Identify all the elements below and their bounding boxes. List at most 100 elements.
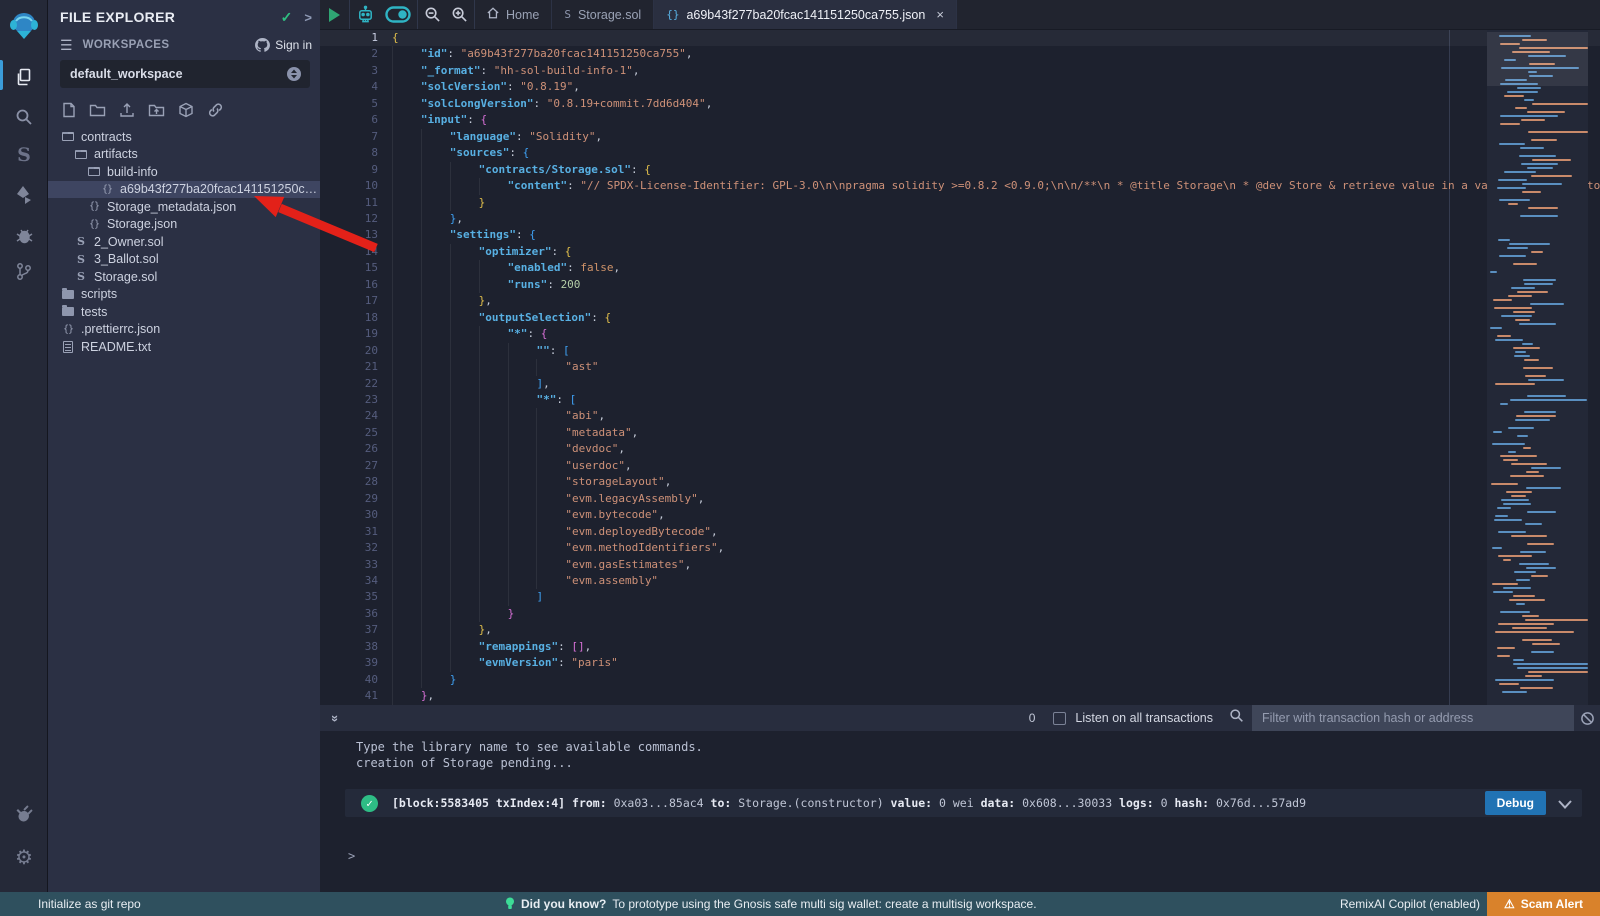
code-line[interactable]: 41}, bbox=[320, 688, 1600, 704]
tab-storage-sol[interactable]: SStorage.sol bbox=[552, 0, 654, 29]
copilot-status[interactable]: RemixAI Copilot (enabled) bbox=[1340, 897, 1480, 911]
code-line[interactable]: 14"optimizer": { bbox=[320, 244, 1600, 260]
import-link-icon[interactable] bbox=[207, 102, 224, 118]
transaction-filter-input[interactable] bbox=[1252, 705, 1574, 731]
tab-home[interactable]: Home bbox=[475, 0, 552, 29]
code-line[interactable]: 1{ bbox=[320, 30, 1600, 46]
minimap[interactable] bbox=[1487, 30, 1588, 705]
tree-item[interactable]: README.txt bbox=[48, 338, 320, 356]
code-line[interactable]: 4"solcVersion": "0.8.19", bbox=[320, 79, 1600, 95]
solidity-compiler-icon[interactable]: S bbox=[0, 138, 48, 172]
tree-item[interactable]: artifacts bbox=[48, 146, 320, 164]
code-line[interactable]: 25"metadata", bbox=[320, 425, 1600, 441]
code-line[interactable]: 22], bbox=[320, 376, 1600, 392]
file-explorer-icon[interactable] bbox=[0, 60, 48, 94]
code-line[interactable]: 31"evm.deployedBytecode", bbox=[320, 524, 1600, 540]
line-number: 36 bbox=[320, 606, 378, 622]
copilot-toggle-icon[interactable] bbox=[385, 6, 411, 23]
code-line[interactable]: 32"evm.methodIdentifiers", bbox=[320, 540, 1600, 556]
code-line[interactable]: 16"runs": 200 bbox=[320, 277, 1600, 293]
listen-checkbox[interactable] bbox=[1053, 712, 1066, 725]
clear-console-icon[interactable] bbox=[1574, 711, 1600, 726]
terminal-collapse-icon[interactable]: » bbox=[328, 714, 343, 721]
ai-copilot-robot-icon[interactable] bbox=[356, 5, 375, 24]
code-line[interactable]: 12}, bbox=[320, 211, 1600, 227]
code-line[interactable]: 30"evm.bytecode", bbox=[320, 507, 1600, 523]
code-line[interactable]: 15"enabled": false, bbox=[320, 260, 1600, 276]
code-line[interactable]: 5"solcLongVersion": "0.8.19+commit.7dd6d… bbox=[320, 96, 1600, 112]
upload-folder-icon[interactable] bbox=[148, 102, 165, 118]
code-line[interactable]: 33"evm.gasEstimates", bbox=[320, 557, 1600, 573]
remix-logo-icon[interactable] bbox=[0, 6, 48, 46]
code-line[interactable]: 24"abi", bbox=[320, 408, 1600, 424]
code-line[interactable]: 39"evmVersion": "paris" bbox=[320, 655, 1600, 671]
close-tab-icon[interactable]: × bbox=[936, 7, 944, 22]
tree-item-label: build-info bbox=[107, 165, 158, 179]
upload-file-icon[interactable] bbox=[119, 102, 135, 118]
line-number: 32 bbox=[320, 540, 378, 556]
code-line[interactable]: 7"language": "Solidity", bbox=[320, 129, 1600, 145]
code-line[interactable]: 28"storageLayout", bbox=[320, 474, 1600, 490]
github-sign-in[interactable]: Sign in bbox=[255, 38, 312, 52]
code-line[interactable]: 3"_format": "hh-sol-build-info-1", bbox=[320, 63, 1600, 79]
code-line[interactable]: 6"input": { bbox=[320, 112, 1600, 128]
code-line[interactable]: 37}, bbox=[320, 622, 1600, 638]
code-line[interactable]: 8"sources": { bbox=[320, 145, 1600, 161]
terminal-prompt[interactable]: > bbox=[348, 849, 355, 863]
code-line[interactable]: 19"*": { bbox=[320, 326, 1600, 342]
code-line[interactable]: 10"content": "// SPDX-License-Identifier… bbox=[320, 178, 1600, 194]
code-line[interactable]: 2"id": "a69b43f277ba20fcac141151250ca755… bbox=[320, 46, 1600, 62]
debugger-icon[interactable] bbox=[0, 218, 48, 252]
new-folder-icon[interactable] bbox=[89, 102, 106, 118]
line-number: 37 bbox=[320, 622, 378, 638]
terminal[interactable]: Type the library name to see available c… bbox=[320, 731, 1600, 892]
git-icon[interactable] bbox=[0, 254, 48, 288]
code-line[interactable]: 20"": [ bbox=[320, 343, 1600, 359]
workspace-menu-icon[interactable]: ☰ bbox=[60, 37, 73, 54]
code-line[interactable]: 23"*": [ bbox=[320, 392, 1600, 408]
search-icon[interactable] bbox=[0, 100, 48, 134]
plugin-manager-icon[interactable] bbox=[0, 796, 48, 830]
tree-item[interactable]: SStorage.sol bbox=[48, 268, 320, 286]
transaction-log-row[interactable]: ✓ [block:5583405 txIndex:4] from: 0xa03.… bbox=[345, 789, 1582, 817]
tab-a69b43f277ba20fcac141151250ca755-json[interactable]: {}a69b43f277ba20fcac141151250ca755.json× bbox=[654, 0, 957, 29]
zoom-in-icon[interactable] bbox=[451, 6, 468, 23]
settings-gear-icon[interactable]: ⚙ bbox=[0, 840, 48, 874]
code-line[interactable]: 38"remappings": [], bbox=[320, 639, 1600, 655]
tree-item[interactable]: contracts bbox=[48, 128, 320, 146]
deploy-run-icon[interactable] bbox=[0, 178, 48, 212]
code-line[interactable]: 34"evm.assembly" bbox=[320, 573, 1600, 589]
tree-item[interactable]: {}.prettierrc.json bbox=[48, 321, 320, 339]
code-line[interactable]: 40} bbox=[320, 672, 1600, 688]
code-line[interactable]: 13"settings": { bbox=[320, 227, 1600, 243]
red-annotation-arrow bbox=[248, 192, 383, 254]
workspace-select[interactable]: default_workspace bbox=[60, 60, 310, 88]
chevron-right-icon[interactable]: > bbox=[304, 10, 312, 25]
code-line[interactable]: 35] bbox=[320, 589, 1600, 605]
code-line[interactable]: 27"userdoc", bbox=[320, 458, 1600, 474]
tree-item[interactable]: build-info bbox=[48, 163, 320, 181]
code-line[interactable]: 18"outputSelection": { bbox=[320, 310, 1600, 326]
tree-item[interactable]: scripts bbox=[48, 286, 320, 304]
tree-item-label: contracts bbox=[81, 130, 132, 144]
run-script-button[interactable] bbox=[320, 0, 350, 29]
tx-expand-chevron-icon[interactable] bbox=[1558, 794, 1572, 813]
folder-open-icon bbox=[86, 167, 102, 176]
code-editor[interactable]: 1{2"id": "a69b43f277ba20fcac141151250ca7… bbox=[320, 30, 1600, 705]
ipfs-cube-icon[interactable] bbox=[178, 102, 194, 118]
zoom-out-icon[interactable] bbox=[424, 6, 441, 23]
init-git-repo-button[interactable]: Initialize as git repo bbox=[38, 897, 141, 911]
code-line[interactable]: 11} bbox=[320, 195, 1600, 211]
code-line[interactable]: 21"ast" bbox=[320, 359, 1600, 375]
minimap-slider[interactable] bbox=[1487, 32, 1588, 86]
code-line[interactable]: 9"contracts/Storage.sol": { bbox=[320, 162, 1600, 178]
code-line[interactable]: 36} bbox=[320, 606, 1600, 622]
new-file-icon[interactable] bbox=[62, 102, 76, 118]
code-line[interactable]: 17}, bbox=[320, 293, 1600, 309]
code-line[interactable]: 26"devdoc", bbox=[320, 441, 1600, 457]
tree-item-label: README.txt bbox=[81, 340, 151, 354]
scam-alert-button[interactable]: ⚠ Scam Alert bbox=[1487, 892, 1600, 916]
tree-item[interactable]: tests bbox=[48, 303, 320, 321]
code-line[interactable]: 29"evm.legacyAssembly", bbox=[320, 491, 1600, 507]
debug-button[interactable]: Debug bbox=[1485, 791, 1546, 815]
